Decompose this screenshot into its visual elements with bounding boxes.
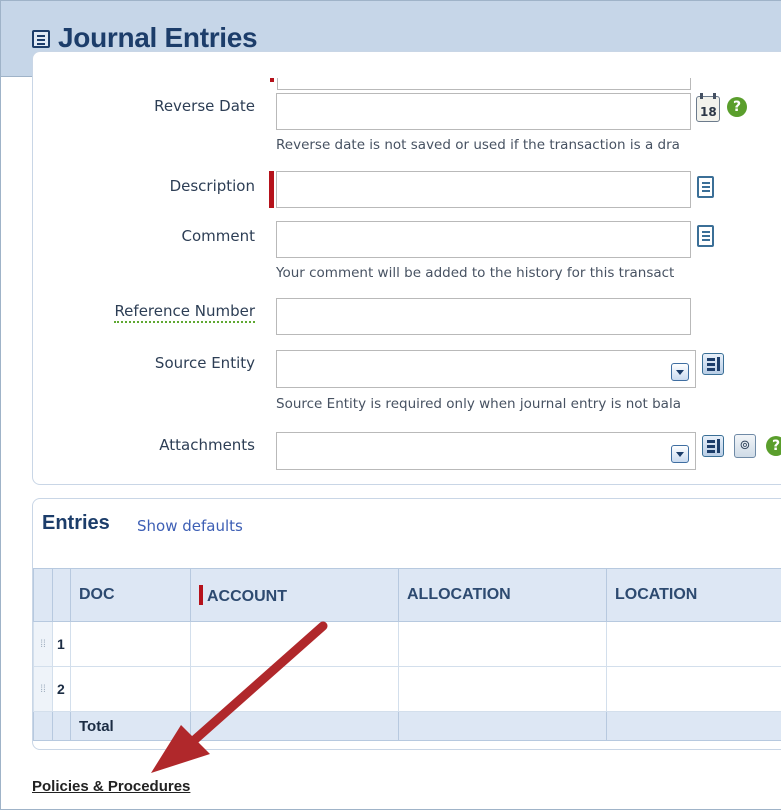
- memo-icon[interactable]: [697, 225, 714, 247]
- entries-title: Entries: [42, 512, 110, 534]
- paperclip-icon[interactable]: ⊚: [734, 434, 756, 458]
- list-icon: [32, 30, 50, 48]
- total-handle-cell: [33, 711, 53, 741]
- lookup-list-icon[interactable]: [702, 353, 724, 375]
- total-allocation-cell: [398, 711, 607, 741]
- lookup-list-icon[interactable]: [702, 435, 724, 457]
- help-icon[interactable]: ?: [727, 97, 747, 117]
- account-cell[interactable]: [190, 666, 399, 712]
- policies-procedures-link[interactable]: Policies & Procedures: [32, 778, 190, 795]
- attachments-label: Attachments: [159, 436, 255, 454]
- doc-cell[interactable]: [70, 621, 191, 667]
- description-input[interactable]: [276, 171, 691, 208]
- required-indicator: [199, 584, 203, 605]
- reference-number-input[interactable]: [276, 298, 691, 335]
- help-icon[interactable]: ?: [766, 436, 781, 456]
- column-header-account[interactable]: ACCOUNT: [190, 568, 399, 622]
- table-row: ⁞⁞ 2: [33, 666, 781, 712]
- column-header-doc[interactable]: DOC: [70, 568, 191, 622]
- comment-help-text: Your comment will be added to the histor…: [276, 265, 675, 281]
- reverse-date-label: Reverse Date: [154, 97, 255, 115]
- allocation-cell[interactable]: [398, 621, 607, 667]
- total-num-cell: [52, 711, 71, 741]
- comment-label: Comment: [181, 227, 256, 245]
- entries-table: DOC ACCOUNT ALLOCATION LOCATION ⁞⁞ 1 ⁞⁞: [33, 568, 781, 741]
- description-label: Description: [169, 177, 255, 195]
- column-header-allocation[interactable]: ALLOCATION: [398, 568, 607, 622]
- row-number-column-header: [52, 568, 71, 622]
- account-cell[interactable]: [190, 621, 399, 667]
- table-row: ⁞⁞ 1: [33, 621, 781, 667]
- chevron-down-icon[interactable]: [671, 445, 689, 463]
- memo-icon[interactable]: [697, 176, 714, 198]
- row-number: 2: [52, 666, 71, 712]
- source-entity-label: Source Entity: [154, 354, 255, 372]
- allocation-cell[interactable]: [398, 666, 607, 712]
- page-title: Journal Entries: [58, 22, 258, 53]
- journal-entries-window: Journal Entries Reverse Date 18 ? Revers…: [0, 0, 781, 810]
- column-header-location[interactable]: LOCATION: [606, 568, 781, 622]
- reverse-date-input[interactable]: [276, 93, 691, 130]
- location-cell[interactable]: [606, 666, 781, 712]
- required-indicator: [270, 78, 274, 82]
- partial-field-above[interactable]: [277, 78, 691, 90]
- total-row: Total: [33, 711, 781, 741]
- calendar-icon[interactable]: 18: [696, 93, 720, 122]
- doc-cell[interactable]: [70, 666, 191, 712]
- comment-input[interactable]: [276, 221, 691, 258]
- row-number: 1: [52, 621, 71, 667]
- source-entity-select[interactable]: [276, 350, 696, 388]
- attachments-select[interactable]: [276, 432, 696, 470]
- entries-panel: Entries Show defaults DOC ACCOUNT ALLOCA…: [32, 498, 781, 750]
- location-cell[interactable]: [606, 621, 781, 667]
- required-indicator: [269, 171, 274, 208]
- source-entity-help-text: Source Entity is required only when jour…: [276, 396, 681, 412]
- drag-handle-icon[interactable]: ⁞⁞: [33, 621, 53, 667]
- reverse-date-help-text: Reverse date is not saved or used if the…: [276, 137, 680, 153]
- total-account-cell: [190, 711, 399, 741]
- total-location-cell: [606, 711, 781, 741]
- handle-column-header: [33, 568, 53, 622]
- drag-handle-icon[interactable]: ⁞⁞: [33, 666, 53, 712]
- show-defaults-link[interactable]: Show defaults: [137, 517, 243, 535]
- total-label: Total: [70, 711, 191, 741]
- reference-number-label: Reference Number: [25, 302, 255, 323]
- chevron-down-icon[interactable]: [671, 363, 689, 381]
